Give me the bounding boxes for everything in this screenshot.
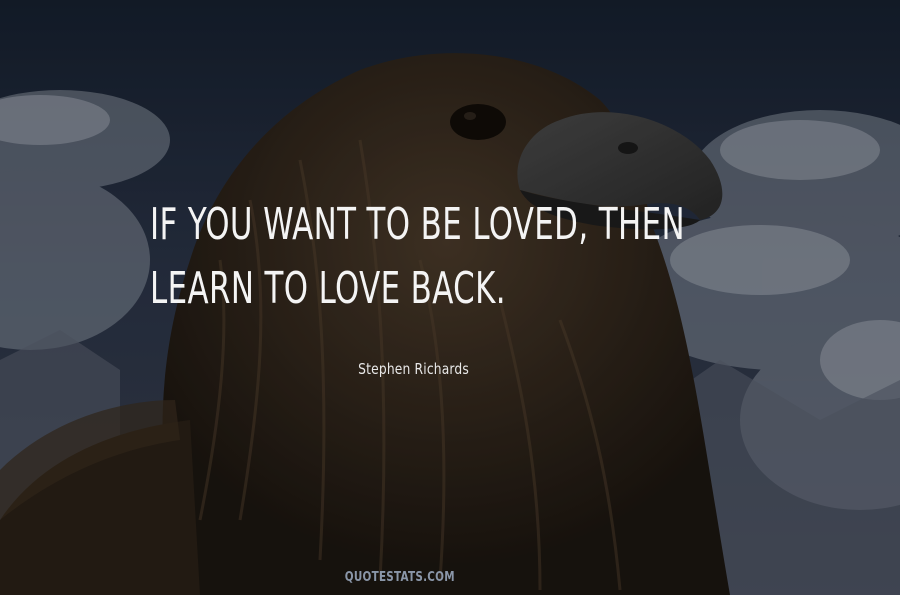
quote-author: Stephen Richards <box>0 360 828 378</box>
watermark: QUOTESTATS.COM <box>0 570 800 585</box>
quote-line-2: learn to love back. <box>150 263 506 314</box>
quote-text: If you want to be loved, then learn to l… <box>150 193 712 321</box>
author-name: Stephen Richards <box>358 360 470 378</box>
quote-card: If you want to be loved, then learn to l… <box>0 0 900 595</box>
quote-line-1: If you want to be loved, then <box>150 199 685 250</box>
watermark-text: QUOTESTATS.COM <box>344 570 456 585</box>
